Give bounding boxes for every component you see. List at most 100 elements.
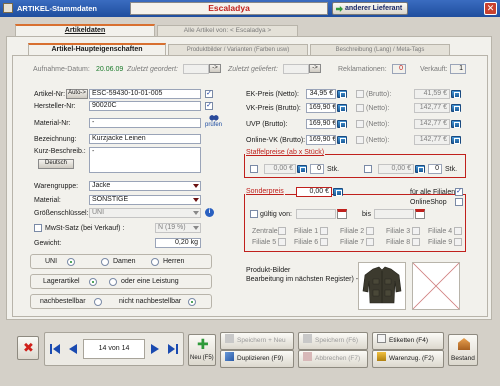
netto-checkbox-3[interactable]	[356, 136, 364, 144]
subtab-beschreibung[interactable]: Beschreibung (Lang) / Meta-Tags	[310, 44, 450, 55]
last-record-button[interactable]	[167, 343, 179, 355]
gueltig-checkbox[interactable]	[250, 210, 258, 218]
abbrechen-button[interactable]: Abbrechen (F7)	[298, 350, 368, 368]
netto-field-2[interactable]: 142,77 €	[414, 119, 450, 129]
zuletzt-geliefert-goto-button[interactable]: ->	[309, 64, 321, 73]
staffel-calculator-icon-2[interactable]	[415, 165, 425, 173]
staffel-price-2[interactable]: 0,00 €	[378, 164, 414, 174]
staffel-checkbox-1[interactable]	[250, 165, 258, 173]
warengruppe-select[interactable]: Jacke	[89, 181, 201, 191]
bestand-button[interactable]: Bestand	[448, 334, 478, 366]
gueltig-bis-field[interactable]	[374, 209, 414, 219]
filiale-checkbox-0[interactable]	[278, 227, 286, 235]
staffel-checkbox-2[interactable]	[364, 165, 372, 173]
tab-artikeldaten[interactable]: Artikeldaten	[15, 24, 155, 36]
ek-netto-field[interactable]: 34,95 €	[306, 89, 336, 99]
netto-checkbox-1[interactable]	[356, 104, 364, 112]
subtab-produktbilder[interactable]: Produktbilder / Varianten (Farben usw)	[168, 44, 308, 55]
vk-brutto-field[interactable]: 169,90 €	[306, 103, 336, 113]
netto-calculator-icon-2[interactable]	[451, 120, 461, 128]
prev-record-button[interactable]	[67, 343, 79, 355]
artikel-nr-checkbox[interactable]: ✓	[205, 90, 213, 98]
close-window-button[interactable]: ✕	[484, 2, 497, 15]
fuer-alle-filialen-checkbox[interactable]: ✓	[455, 188, 463, 196]
filiale-checkbox-7[interactable]	[366, 238, 374, 246]
kurz-beschreib-label: Kurz-Beschreib.:	[34, 148, 86, 155]
delete-button[interactable]: ✖	[17, 336, 39, 360]
staffel-price-1[interactable]: 0,00 €	[264, 164, 296, 174]
neu-button[interactable]: ✚ Neu (F5)	[188, 334, 216, 366]
brutto-checkbox[interactable]	[356, 90, 364, 98]
subtab-haupteigenschaften[interactable]: Artikel-Haupteigenschaften	[28, 43, 166, 55]
filiale-checkbox-9[interactable]	[454, 238, 462, 246]
nachbestellbar-radio[interactable]	[94, 298, 102, 306]
netto-field-1[interactable]: 142,77 €	[414, 103, 450, 113]
uvp-field[interactable]: 169,90 €	[306, 119, 336, 129]
sonderpreis-calculator-icon[interactable]	[333, 188, 343, 196]
pruefen-button[interactable]: prüfen	[205, 113, 225, 131]
gueltig-von-field[interactable]	[296, 209, 336, 219]
mwst-checkbox[interactable]	[34, 224, 42, 232]
tab-alle-artikel-label: Alle Artikel von: < Escaladya >	[183, 27, 272, 34]
product-image[interactable]	[358, 262, 406, 310]
netto-calculator-icon-3[interactable]	[451, 136, 461, 144]
staffel-calculator-icon-1[interactable]	[297, 165, 307, 173]
netto-field-3[interactable]: 142,77 €	[414, 135, 450, 145]
staffel-qty-2[interactable]: 0	[428, 164, 442, 174]
vk-brutto-calculator-icon[interactable]	[337, 104, 347, 112]
empty-image-slot[interactable]	[412, 262, 460, 310]
other-supplier-button[interactable]: anderer Lieferant	[332, 2, 408, 15]
uvp-calculator-icon[interactable]	[337, 120, 347, 128]
gender-uni-radio[interactable]	[67, 258, 75, 266]
hersteller-nr-checkbox[interactable]: ✓	[205, 102, 213, 110]
tab-alle-artikel[interactable]: Alle Artikel von: < Escaladya >	[157, 25, 298, 36]
filiale-checkbox-8[interactable]	[412, 238, 420, 246]
filiale-label-7: Filiale 7	[340, 239, 365, 246]
netto-checkbox-2[interactable]	[356, 120, 364, 128]
zuletzt-geordert-goto-button[interactable]: ->	[209, 64, 221, 73]
filiale-checkbox-2[interactable]	[366, 227, 374, 235]
calendar-icon-von[interactable]	[337, 209, 347, 219]
kurz-beschreib-field[interactable]: -	[89, 147, 201, 173]
brutto-calculator-icon[interactable]	[451, 90, 461, 98]
filiale-checkbox-6[interactable]	[320, 238, 328, 246]
brutto-field[interactable]: 41,59 €	[414, 89, 450, 99]
filiale-checkbox-3[interactable]	[412, 227, 420, 235]
sonderpreis-field[interactable]: 0,00 €	[296, 187, 332, 197]
next-record-button[interactable]	[149, 343, 161, 355]
gender-damen-radio[interactable]	[101, 258, 109, 266]
bezeichnung-field[interactable]: Kurzjacke Leinen	[89, 134, 201, 144]
filiale-checkbox-4[interactable]	[454, 227, 462, 235]
ek-netto-calculator-icon[interactable]	[337, 90, 347, 98]
speichern-neu-button[interactable]: Speichern + Neu	[220, 332, 294, 350]
onlineshop-checkbox[interactable]	[455, 198, 463, 206]
leistung-radio[interactable]	[109, 278, 117, 286]
auto-button[interactable]: Auto->	[66, 89, 88, 99]
first-record-button[interactable]	[49, 343, 61, 355]
speichern-button[interactable]: Speichern (F6)	[298, 332, 368, 350]
filiale-checkbox-5[interactable]	[278, 238, 286, 246]
deutsch-button[interactable]: Deutsch	[38, 159, 74, 169]
groessen-select[interactable]: UNI	[89, 208, 201, 218]
lagerartikel-radio[interactable]	[89, 278, 97, 286]
info-icon[interactable]: i	[205, 208, 214, 217]
filiale-label-4: Filiale 4	[428, 228, 453, 235]
staffel-qty-1[interactable]: 0	[310, 164, 324, 174]
nicht-nachbestellbar-radio[interactable]	[188, 298, 196, 306]
save-new-icon	[225, 334, 234, 343]
gewicht-field[interactable]: 0,20 kg	[155, 238, 201, 248]
material-select[interactable]: SONSTIGE	[89, 195, 201, 205]
gender-herren-radio[interactable]	[151, 258, 159, 266]
calendar-icon-bis[interactable]	[415, 209, 425, 219]
online-vk-field[interactable]: 169,90 €	[306, 135, 336, 145]
netto-calculator-icon-1[interactable]	[451, 104, 461, 112]
material-nr-field[interactable]: -	[89, 118, 201, 128]
artikel-nr-field[interactable]: ESC-59430-10-01-005	[89, 89, 201, 99]
fuer-alle-filialen-label: für alle Filialen	[410, 189, 456, 196]
filiale-checkbox-1[interactable]	[320, 227, 328, 235]
duplizieren-button[interactable]: Duplizieren (F9)	[220, 350, 294, 368]
online-vk-calculator-icon[interactable]	[337, 136, 347, 144]
etiketten-button[interactable]: Etiketten (F4)	[372, 332, 444, 350]
warenzug-button[interactable]: Warenzug. (F2)	[372, 350, 444, 368]
hersteller-nr-field[interactable]: 90020C	[89, 101, 201, 111]
